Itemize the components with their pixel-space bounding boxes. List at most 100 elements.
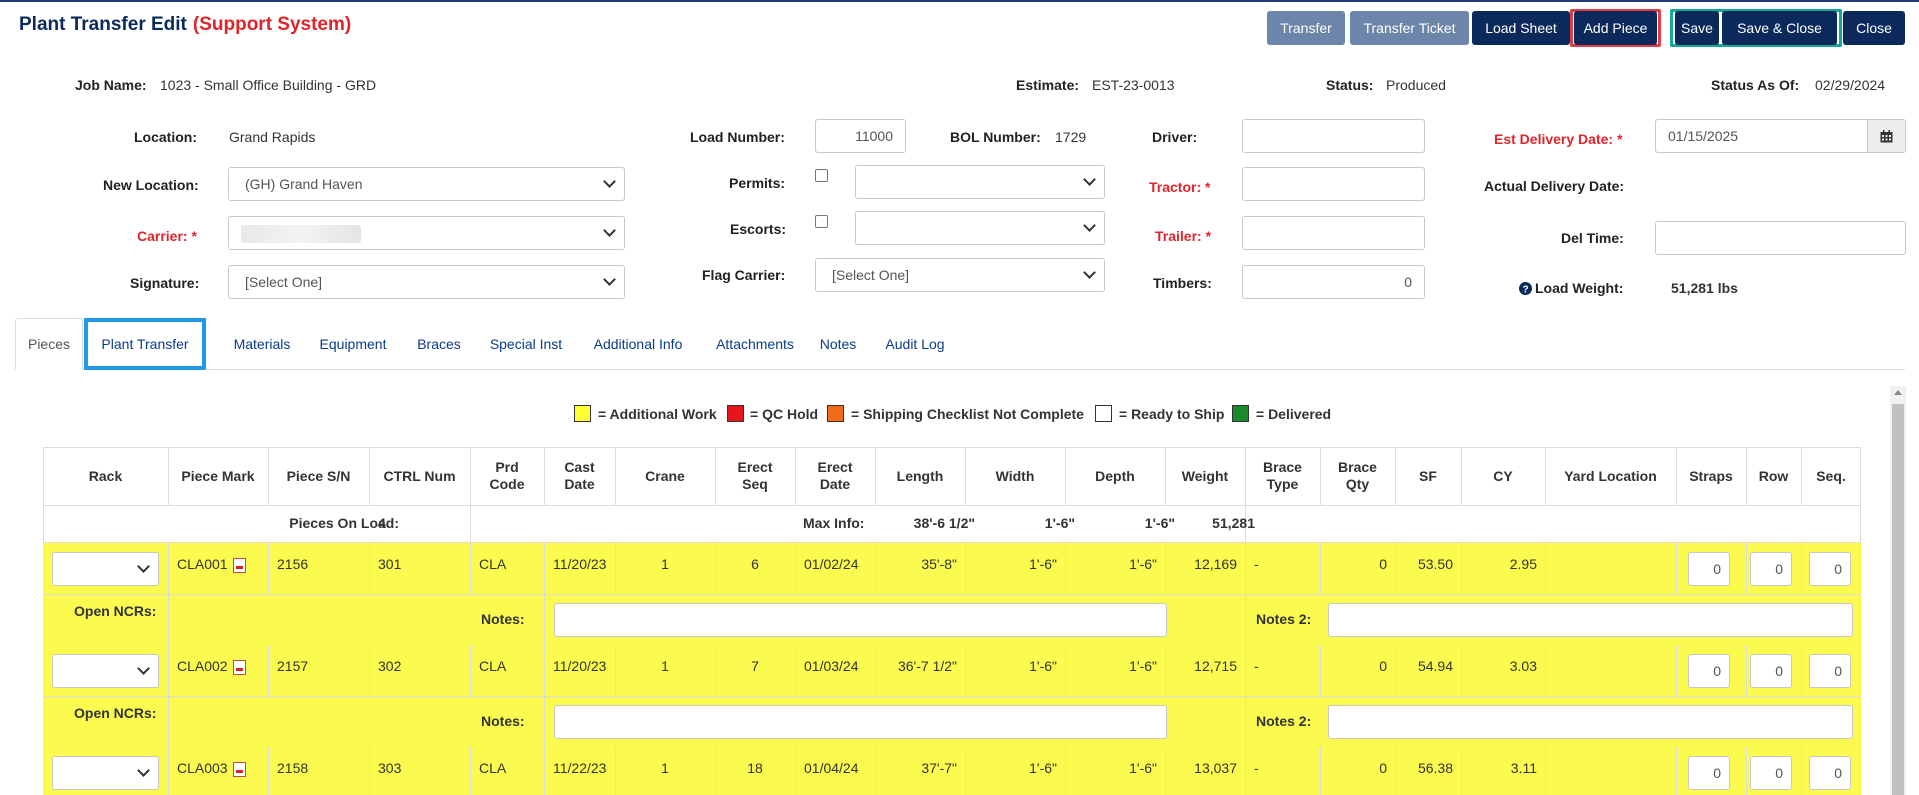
- rack-select[interactable]: [52, 552, 159, 586]
- permits-checkbox[interactable]: [815, 169, 828, 182]
- row-divider: [1320, 543, 1321, 594]
- open-ncrs-label: Open NCRs:: [74, 705, 157, 721]
- est-delivery-label-text: Est Delivery Date:: [1494, 131, 1614, 147]
- pdf-icon[interactable]: [233, 558, 246, 573]
- escorts-checkbox[interactable]: [815, 215, 828, 228]
- cy: 3.03: [1509, 658, 1537, 674]
- row-divider: [470, 645, 471, 696]
- flag-carrier-select[interactable]: [Select One]: [815, 258, 1105, 292]
- brace-qty: 0: [1379, 556, 1387, 572]
- column-divider: [268, 447, 269, 505]
- permits-select[interactable]: [855, 165, 1105, 199]
- straps-input[interactable]: 0: [1688, 756, 1730, 790]
- tab-equipment[interactable]: Equipment: [298, 318, 408, 370]
- tractor-input[interactable]: [1242, 167, 1425, 201]
- notes-input[interactable]: [554, 603, 1167, 637]
- chevron-down-icon: [1083, 266, 1096, 279]
- transfer-ticket-button[interactable]: Transfer Ticket: [1350, 11, 1469, 45]
- row-divider: [1320, 645, 1321, 696]
- add-piece-button[interactable]: Add Piece: [1574, 11, 1657, 45]
- help-icon[interactable]: ?: [1519, 282, 1532, 295]
- depth: 1'-6": [1129, 760, 1157, 776]
- row-divider: [1065, 645, 1066, 696]
- notes2-input[interactable]: [1328, 705, 1853, 739]
- new-location-select[interactable]: (GH) Grand Haven: [228, 167, 625, 201]
- escorts-select[interactable]: [855, 211, 1105, 245]
- erect-seq: 6: [751, 556, 759, 572]
- straps-input[interactable]: 0: [1688, 654, 1730, 688]
- piece-sn: 2156: [277, 556, 309, 572]
- header-bottom-border: [43, 505, 1861, 506]
- column-header-prd-code: Prd Code: [489, 459, 525, 492]
- scrollbar[interactable]: [1890, 386, 1906, 795]
- straps-input[interactable]: 0: [1688, 552, 1730, 586]
- column-divider: [1461, 447, 1462, 505]
- cy: 3.11: [1510, 760, 1537, 776]
- summary-divider: [470, 505, 471, 542]
- row-divider: [1801, 543, 1802, 594]
- status-as-of-value: 02/29/2024: [1815, 77, 1886, 93]
- pdf-icon[interactable]: [233, 660, 246, 675]
- tab-additional-info[interactable]: Additional Info: [571, 318, 705, 370]
- piece-mark[interactable]: CLA001: [177, 556, 228, 572]
- tab-special-inst[interactable]: Special Inst: [470, 318, 582, 370]
- row-input[interactable]: 0: [1750, 654, 1792, 688]
- weight: 13,037: [1194, 760, 1237, 776]
- row-divider: [369, 645, 370, 696]
- notes-input[interactable]: [554, 705, 1167, 739]
- pdf-icon[interactable]: [233, 762, 246, 777]
- row-divider: [369, 543, 370, 594]
- row-input[interactable]: 0: [1750, 552, 1792, 586]
- notes2-input[interactable]: [1328, 603, 1853, 637]
- row-input[interactable]: 0: [1750, 756, 1792, 790]
- del-time-input[interactable]: [1655, 221, 1906, 255]
- scroll-up-icon[interactable]: [1894, 390, 1902, 395]
- piece-mark[interactable]: CLA002: [177, 658, 228, 674]
- row-divider: [1461, 645, 1462, 696]
- carrier-select[interactable]: [228, 216, 625, 250]
- location-label: Location:: [134, 129, 197, 145]
- seq-input[interactable]: 0: [1809, 654, 1851, 688]
- tab-braces[interactable]: Braces: [398, 318, 480, 370]
- max-weight-value: 51,281: [1212, 515, 1255, 531]
- column-header-brace-type: Brace Type: [1263, 459, 1302, 492]
- rack-select[interactable]: [52, 756, 159, 790]
- new-location-label: New Location:: [103, 177, 199, 193]
- row-divider: [1746, 543, 1747, 594]
- tab-pieces[interactable]: Pieces: [15, 318, 83, 370]
- tab-materials[interactable]: Materials: [214, 318, 310, 370]
- tab-audit-log[interactable]: Audit Log: [861, 318, 969, 370]
- load-sheet-button[interactable]: Load Sheet: [1472, 11, 1570, 45]
- column-header-cy: CY: [1493, 467, 1513, 484]
- close-button[interactable]: Close: [1843, 11, 1905, 45]
- scrollbar-thumb[interactable]: [1892, 404, 1904, 795]
- save-close-button[interactable]: Save & Close: [1722, 11, 1837, 45]
- actual-delivery-label: Actual Delivery Date:: [1484, 178, 1625, 194]
- driver-input[interactable]: [1242, 119, 1425, 153]
- brace-qty: 0: [1379, 760, 1387, 776]
- status-as-of-label: Status As Of:: [1711, 77, 1800, 93]
- row-divider: [168, 645, 169, 696]
- driver-label: Driver:: [1152, 129, 1198, 145]
- load-number-input[interactable]: 11000: [815, 119, 906, 153]
- seq-input[interactable]: 0: [1809, 552, 1851, 586]
- piece-mark[interactable]: CLA003: [177, 760, 228, 776]
- prd-code: CLA: [479, 760, 507, 776]
- tab-attachments[interactable]: Attachments: [695, 318, 815, 370]
- est-delivery-input[interactable]: 01/15/2025: [1655, 119, 1906, 153]
- title-text: Plant Transfer Edit: [19, 14, 187, 35]
- seq-input[interactable]: 0: [1809, 756, 1851, 790]
- calendar-icon[interactable]: [1867, 120, 1905, 152]
- timbers-input[interactable]: 0: [1242, 265, 1425, 299]
- trailer-input[interactable]: [1242, 216, 1425, 250]
- title-subtitle: (Support System): [192, 14, 352, 35]
- chevron-down-icon: [1083, 173, 1096, 186]
- column-header-length: Length: [896, 467, 944, 484]
- tab-bar: Pieces Plant Transfer Materials Equipmen…: [15, 318, 1905, 370]
- legend-swatch-shipping-checklist: [827, 405, 844, 422]
- tab-plant-transfer[interactable]: Plant Transfer: [84, 318, 206, 370]
- transfer-button[interactable]: Transfer: [1267, 11, 1345, 45]
- rack-select[interactable]: [52, 654, 159, 688]
- signature-select[interactable]: [Select One]: [228, 265, 625, 299]
- save-button[interactable]: Save: [1675, 11, 1719, 45]
